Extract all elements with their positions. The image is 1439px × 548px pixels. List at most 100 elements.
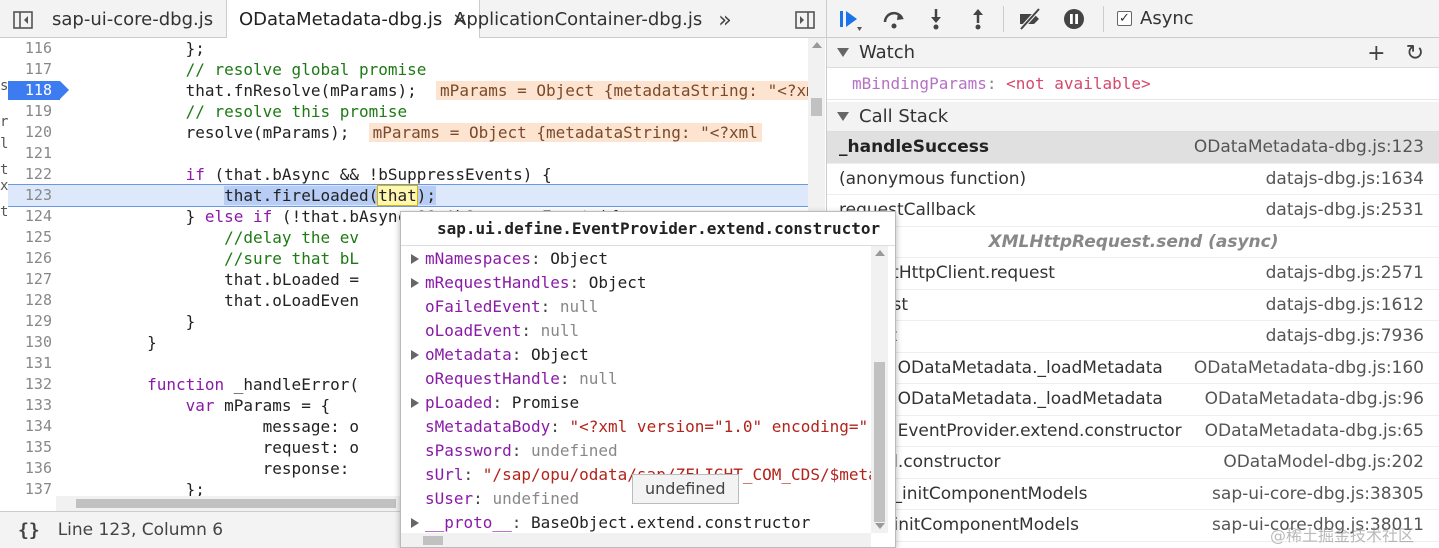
call-frame[interactable]: Requestdatajs-dbg.js:1612 [827, 290, 1439, 321]
expand-arrow-icon[interactable] [411, 350, 419, 360]
scroll-thumb[interactable] [874, 362, 885, 522]
property-row[interactable]: sPassword: undefined [401, 439, 871, 463]
frame-location[interactable]: datajs-dbg.js:7936 [1266, 321, 1424, 352]
expand-triangle-icon[interactable] [837, 48, 849, 57]
frame-location[interactable]: ODataModel-dbg.js:202 [1223, 447, 1424, 478]
pretty-print-icon[interactable]: {} [18, 520, 40, 541]
property-row[interactable]: oMetadata: Object [401, 343, 871, 367]
step-into-icon[interactable] [923, 6, 949, 32]
more-tabs-icon[interactable]: » [712, 7, 738, 33]
scroll-thumb[interactable] [423, 536, 443, 545]
property-row[interactable]: sMetadataBody: "<?xml version="1.0" enco… [401, 415, 871, 439]
call-frame[interactable]: _handleSuccess ODataMetadata-dbg.js:123 [827, 132, 1439, 164]
popover-vertical-scrollbar[interactable] [871, 246, 888, 533]
line-number[interactable]: 130 [8, 332, 52, 353]
line-number[interactable]: 121 [8, 143, 52, 164]
frame-location[interactable]: datajs-dbg.js:1634 [1266, 164, 1424, 195]
call-frame[interactable]: define.ODataMetadata._loadMetadata ODataM… [827, 384, 1439, 416]
property-row[interactable]: oFailedEvent: null [401, 295, 871, 319]
line-number[interactable]: 124 [8, 206, 52, 227]
code-line[interactable]: 118 that.fnResolve(mParams); mParams = O… [8, 80, 808, 101]
call-frame[interactable]: define.ODataMetadata._loadMetadata ODataM… [827, 353, 1439, 384]
frame-location[interactable]: datajs-dbg.js:2531 [1266, 195, 1424, 226]
call-frame[interactable]: defaultHttpClient.request datajs-dbg.js:2… [827, 258, 1439, 290]
async-checkbox[interactable]: ✓ Async [1117, 8, 1194, 29]
property-row[interactable]: mNamespaces: Object [401, 247, 871, 271]
frame-location[interactable]: datajs-dbg.js:2571 [1266, 258, 1424, 289]
line-number[interactable]: 118 [8, 80, 52, 101]
call-frame[interactable]: (anonymous function) datajs-dbg.js:1634 [827, 164, 1439, 195]
expand-arrow-icon[interactable] [411, 254, 419, 264]
code-line[interactable]: 123 that.fireLoaded(that); [8, 184, 808, 207]
call-frame[interactable]: extend.constructor ODataModel-dbg.js:202 [827, 447, 1439, 479]
pause-on-exceptions-icon[interactable] [1061, 6, 1087, 32]
line-number[interactable]: 135 [8, 437, 52, 458]
property-row[interactable]: __proto__: BaseObject.extend.constructor [401, 511, 871, 535]
deactivate-breakpoints-icon[interactable] [1017, 6, 1043, 32]
call-frame[interactable]: onent._initComponentModels sap-ui-core-db… [827, 479, 1439, 510]
checkbox-checked-icon[interactable]: ✓ [1117, 11, 1132, 26]
property-row[interactable]: oLoadEvent: null [401, 319, 871, 343]
line-number[interactable]: 119 [8, 101, 52, 122]
expand-arrow-icon[interactable] [411, 518, 419, 528]
scroll-up-icon[interactable] [812, 42, 822, 48]
call-frame[interactable]: equestdatajs-dbg.js:7936 [827, 321, 1439, 353]
property-row[interactable]: pLoaded: Promise [401, 391, 871, 415]
line-number[interactable]: 123 [8, 185, 52, 206]
code-line[interactable]: 120 resolve(mParams); mParams = Object {… [8, 122, 808, 143]
line-number[interactable]: 136 [8, 458, 52, 479]
property-colon: : [511, 513, 531, 532]
line-number[interactable]: 122 [8, 164, 52, 185]
line-number[interactable]: 127 [8, 269, 52, 290]
line-number[interactable]: 125 [8, 227, 52, 248]
property-row[interactable]: mRequestHandles: Object [401, 271, 871, 295]
watch-expression[interactable]: mBindingParams: <not available> [827, 68, 1439, 100]
line-number[interactable]: 137 [8, 479, 52, 496]
code-line[interactable]: 122 if (that.bAsync && !bSuppressEvents)… [8, 164, 808, 185]
popover-horizontal-scrollbar[interactable] [401, 533, 871, 547]
line-number[interactable]: 128 [8, 290, 52, 311]
line-number[interactable]: 132 [8, 374, 52, 395]
expand-triangle-icon[interactable] [837, 112, 849, 121]
frame-location[interactable]: ODataMetadata-dbg.js:65 [1205, 416, 1424, 447]
add-watch-icon[interactable]: + [1367, 41, 1385, 66]
scroll-down-icon[interactable] [875, 523, 885, 529]
property-key: mNamespaces [425, 249, 531, 268]
expand-arrow-icon[interactable] [411, 398, 419, 408]
frame-location[interactable]: ODataMetadata-dbg.js:160 [1194, 353, 1424, 384]
line-number[interactable]: 116 [8, 38, 52, 59]
scroll-thumb[interactable] [76, 499, 396, 508]
resume-icon[interactable] [837, 6, 863, 32]
code-line[interactable]: 121 [8, 143, 808, 164]
line-number[interactable]: 131 [8, 353, 52, 374]
expand-arrow-icon[interactable] [411, 278, 419, 288]
call-frame[interactable]: define.EventProvider.extend.constructor O… [827, 416, 1439, 447]
toggle-navigator-icon[interactable] [10, 7, 36, 33]
call-frame[interactable]: requestCallback datajs-dbg.js:2531 [827, 195, 1439, 227]
line-source: if (that.bAsync && !bSuppressEvents) { [185, 165, 552, 184]
line-number[interactable]: 133 [8, 395, 52, 416]
frame-location[interactable]: ODataMetadata-dbg.js:96 [1205, 384, 1424, 415]
frame-location[interactable]: sap-ui-core-dbg.js:38305 [1212, 479, 1424, 510]
scroll-thumb[interactable] [811, 98, 822, 116]
code-line[interactable]: 119 // resolve this promise [8, 101, 808, 122]
line-number[interactable]: 117 [8, 59, 52, 80]
refresh-icon[interactable]: ↻ [1406, 41, 1424, 66]
step-over-icon[interactable] [881, 6, 907, 32]
code-line[interactable]: 117 // resolve global promise [8, 59, 808, 80]
tab-sap-ui-core[interactable]: sap-ui-core-dbg.js [40, 0, 225, 38]
line-number[interactable]: 129 [8, 311, 52, 332]
code-line[interactable]: 116 }; [8, 38, 808, 59]
frame-location[interactable]: datajs-dbg.js:1612 [1266, 290, 1424, 321]
toggle-debugger-icon[interactable] [792, 7, 818, 33]
line-number[interactable]: 134 [8, 416, 52, 437]
call-stack-section-header[interactable]: Call Stack [827, 102, 1439, 132]
property-row[interactable]: oRequestHandle: null [401, 367, 871, 391]
line-number[interactable]: 126 [8, 248, 52, 269]
frame-location[interactable]: ODataMetadata-dbg.js:123 [1194, 132, 1424, 163]
watch-section-header[interactable]: Watch + ↻ [827, 38, 1439, 68]
scroll-up-icon[interactable] [875, 250, 885, 256]
line-number[interactable]: 120 [8, 122, 52, 143]
tab-application-container[interactable]: ApplicationContainer-dbg.js [442, 0, 714, 38]
step-out-icon[interactable] [965, 6, 991, 32]
